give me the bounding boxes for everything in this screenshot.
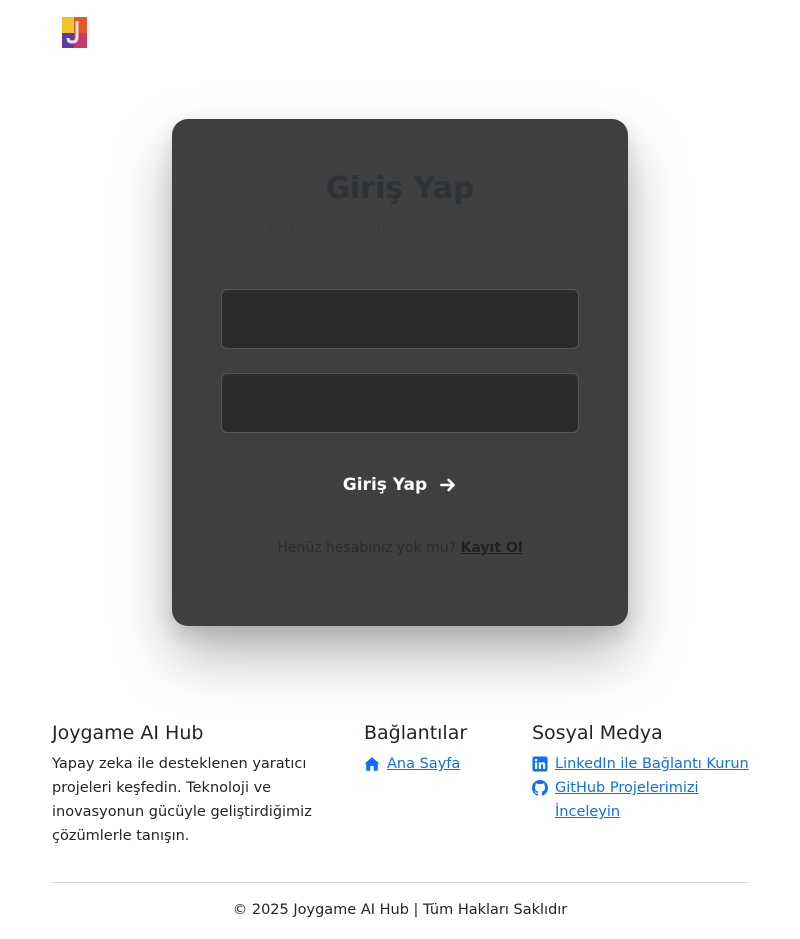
- login-title: Giriş Yap: [325, 171, 475, 206]
- footer-social-title: Sosyal Medya: [532, 722, 663, 744]
- footer-link-github[interactable]: GitHub Projelerimizi İnceleyin: [532, 776, 762, 824]
- footer-link-linkedin[interactable]: LinkedIn ile Bağlantı Kurun: [532, 752, 762, 776]
- footer-links-title: Bağlantılar: [364, 722, 468, 744]
- linkedin-icon: [532, 756, 548, 772]
- username-input[interactable]: [221, 289, 579, 349]
- footer-divider: [52, 882, 748, 883]
- joygame-logo[interactable]: [62, 17, 87, 48]
- footer-brand-title: Joygame AI Hub: [52, 722, 204, 744]
- arrow-right-icon: [440, 478, 456, 492]
- github-link[interactable]: GitHub Projelerimizi İnceleyin: [555, 776, 762, 824]
- home-link[interactable]: Ana Sayfa: [387, 752, 460, 776]
- linkedin-link[interactable]: LinkedIn ile Bağlantı Kurun: [555, 752, 749, 776]
- login-card: Giriş Yap Portföyümü keşfetmek için giri…: [172, 119, 628, 626]
- password-input[interactable]: [221, 373, 579, 433]
- github-icon: [532, 780, 548, 796]
- login-button-label: Giriş Yap: [342, 475, 428, 495]
- login-button[interactable]: Giriş Yap: [330, 468, 470, 502]
- login-subtitle: Portföyümü keşfetmek için giriş yapın: [267, 221, 533, 237]
- house-icon: [364, 757, 380, 771]
- signup-link[interactable]: Kayıt Ol: [461, 540, 523, 556]
- copyright: © 2025 Joygame AI Hub | Tüm Hakları Sakl…: [232, 902, 568, 918]
- footer-links: Bağlantılar Ana Sayfa: [364, 722, 514, 776]
- footer-social: Sosyal Medya LinkedIn ile Bağlantı Kurun…: [532, 722, 762, 824]
- signup-prompt: Henüz hesabınız yok mu? Kayıt Ol: [172, 540, 628, 556]
- footer-link-home[interactable]: Ana Sayfa: [364, 752, 514, 776]
- footer-brand-description: Yapay zeka ile desteklenen yaratıcı proj…: [52, 756, 312, 844]
- signup-prompt-text: Henüz hesabınız yok mu?: [277, 540, 457, 556]
- footer-brand: Joygame AI Hub Yapay zeka ile desteklene…: [52, 722, 322, 848]
